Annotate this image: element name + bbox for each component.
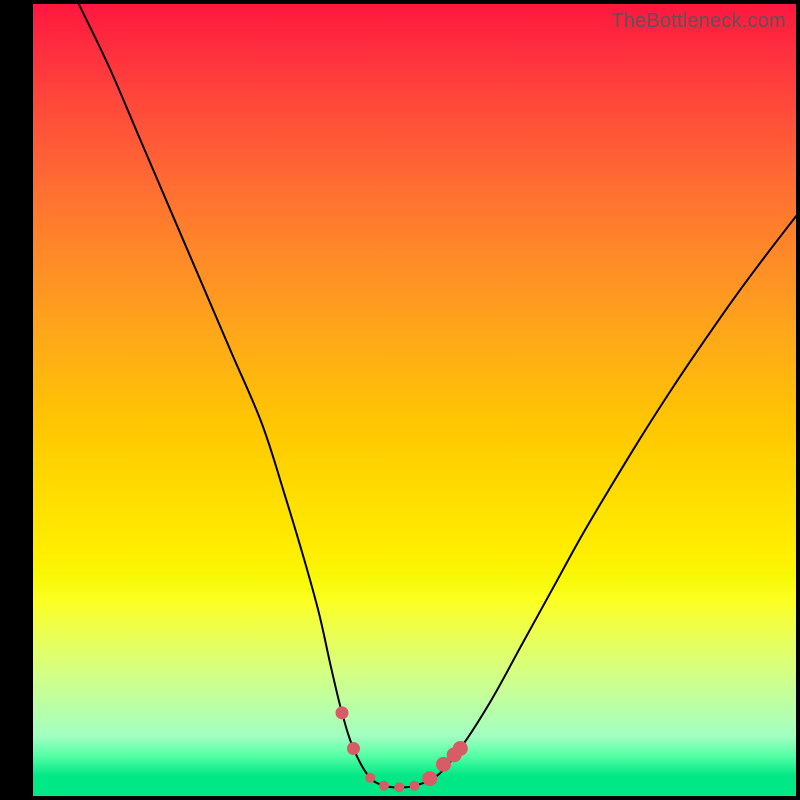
highlight-dot <box>379 781 389 791</box>
highlight-dot <box>422 771 437 786</box>
highlight-dot <box>336 706 349 719</box>
highlight-markers <box>336 706 468 792</box>
highlight-dot <box>394 782 404 792</box>
outer-frame: TheBottleneck.com <box>0 0 800 800</box>
highlight-dot <box>453 741 468 756</box>
highlight-dot <box>365 773 375 783</box>
bottleneck-curve <box>79 4 796 787</box>
watermark-text: TheBottleneck.com <box>611 10 786 33</box>
highlight-dot <box>410 781 420 791</box>
chart-svg <box>33 4 796 796</box>
plot-area: TheBottleneck.com <box>33 4 796 796</box>
highlight-dot <box>347 742 360 755</box>
